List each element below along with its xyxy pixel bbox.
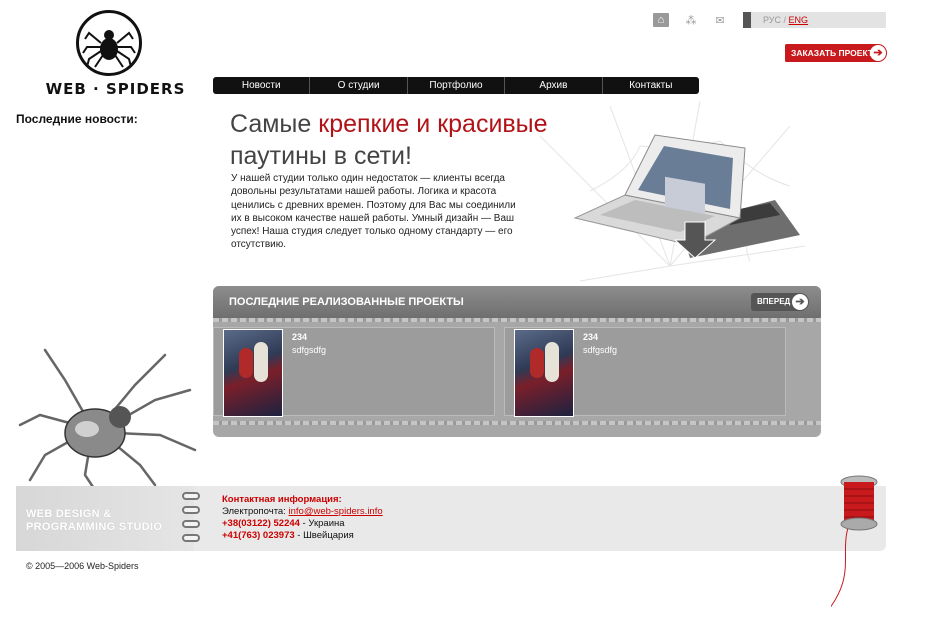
copyright-text: © 2005—2006 Web-Spiders — [26, 561, 139, 571]
nav-item-news[interactable]: Новости — [213, 77, 311, 94]
thread-spool-illustration — [831, 475, 878, 608]
binder-ring — [182, 492, 200, 500]
project-thumbnail[interactable] — [223, 329, 283, 417]
contact-info: Контактная информация: Электропочта: inf… — [222, 494, 383, 542]
latest-news-heading: Последние новости: — [16, 112, 138, 126]
headline-line2: паутины в сети! — [230, 142, 412, 170]
hero-intro-text: У нашей студии только один недостаток — … — [231, 173, 516, 251]
binder-ring — [182, 520, 200, 528]
phone-ukraine: +38(03122) 52244 — [222, 518, 300, 529]
headline-gray-text: Самые — [230, 110, 319, 138]
forward-button[interactable]: ВПЕРЕД ➔ — [751, 293, 809, 311]
nav-item-contacts[interactable]: Контакты — [603, 77, 699, 94]
project-description: sdfgsdfg — [583, 345, 618, 355]
nav-item-about[interactable]: О студии — [310, 77, 408, 94]
nav-item-archive[interactable]: Архив — [505, 77, 603, 94]
project-card[interactable]: 234 sdfgsdfg — [213, 327, 495, 417]
spider-logo-icon — [76, 10, 142, 76]
latest-projects-panel: ПОСЛЕДНИЕ РЕАЛИЗОВАННЫЕ ПРОЕКТЫ ВПЕРЕД ➔… — [213, 286, 821, 437]
lang-eng-link[interactable]: ENG — [789, 15, 809, 25]
project-card[interactable]: 234 sdfgsdfg — [504, 327, 786, 417]
projects-title: ПОСЛЕДНИЕ РЕАЛИЗОВАННЫЕ ПРОЕКТЫ — [229, 296, 464, 308]
spider-illustration — [18, 348, 197, 490]
lang-separator: / — [781, 15, 789, 25]
footer-studio-block: WEB DESIGN & PROGRAMMING STUDIO — [16, 486, 194, 551]
site-logo[interactable]: WEB · SPIDERS — [38, 8, 193, 98]
projects-header-bar: ПОСЛЕДНИЕ РЕАЛИЗОВАННЫЕ ПРОЕКТЫ ВПЕРЕД ➔ — [213, 286, 821, 318]
arrow-right-icon: ➔ — [792, 294, 808, 310]
contact-title: Контактная информация: — [222, 494, 342, 505]
laptop-illustration — [573, 134, 800, 259]
order-project-label: ЗАКАЗАТЬ ПРОЕКТ — [791, 48, 874, 58]
studio-line1: WEB DESIGN & — [26, 508, 112, 520]
forward-label: ВПЕРЕД — [757, 297, 791, 306]
project-number: 234 — [583, 332, 599, 342]
logo-wordmark: WEB · SPIDERS — [45, 80, 186, 98]
project-number: 234 — [292, 332, 308, 342]
decorative-stripe — [213, 318, 821, 322]
language-switcher: РУС / ENG — [743, 12, 886, 28]
phone-switzerland: +41(763) 023973 — [222, 530, 295, 541]
binder-ring — [182, 506, 200, 514]
hero-headline: Самые крепкие и красивые паутины в сети! — [230, 108, 610, 172]
lang-rus-link[interactable]: РУС — [763, 15, 781, 25]
studio-tagline: WEB DESIGN & PROGRAMMING STUDIO — [26, 508, 162, 534]
order-project-button[interactable]: ЗАКАЗАТЬ ПРОЕКТ ➔ — [785, 44, 887, 62]
decorative-stripe — [213, 421, 821, 425]
project-description: sdfgsdfg — [292, 345, 327, 355]
phone-switzerland-country: - Швейцария — [294, 530, 354, 541]
phone-ukraine-country: - Украина — [299, 518, 345, 529]
project-thumbnail[interactable] — [514, 329, 574, 417]
home-icon[interactable]: ⌂ — [653, 13, 669, 27]
email-label: Электропочта: — [222, 506, 289, 517]
binder-ring — [182, 534, 200, 542]
main-nav: Новости О студии Портфолио Архив Контакт… — [213, 77, 699, 94]
headline-red-text: крепкие и красивые — [318, 110, 548, 138]
studio-line2: PROGRAMMING STUDIO — [26, 521, 163, 533]
sitemap-icon[interactable]: ⁂ — [683, 13, 699, 27]
arrow-right-icon: ➔ — [870, 45, 886, 61]
mail-icon[interactable]: ✉ — [712, 13, 728, 27]
footer: WEB DESIGN & PROGRAMMING STUDIO Контактн… — [16, 486, 886, 551]
nav-item-portfolio[interactable]: Портфолио — [408, 77, 506, 94]
email-link[interactable]: info@web-spiders.info — [289, 506, 383, 517]
